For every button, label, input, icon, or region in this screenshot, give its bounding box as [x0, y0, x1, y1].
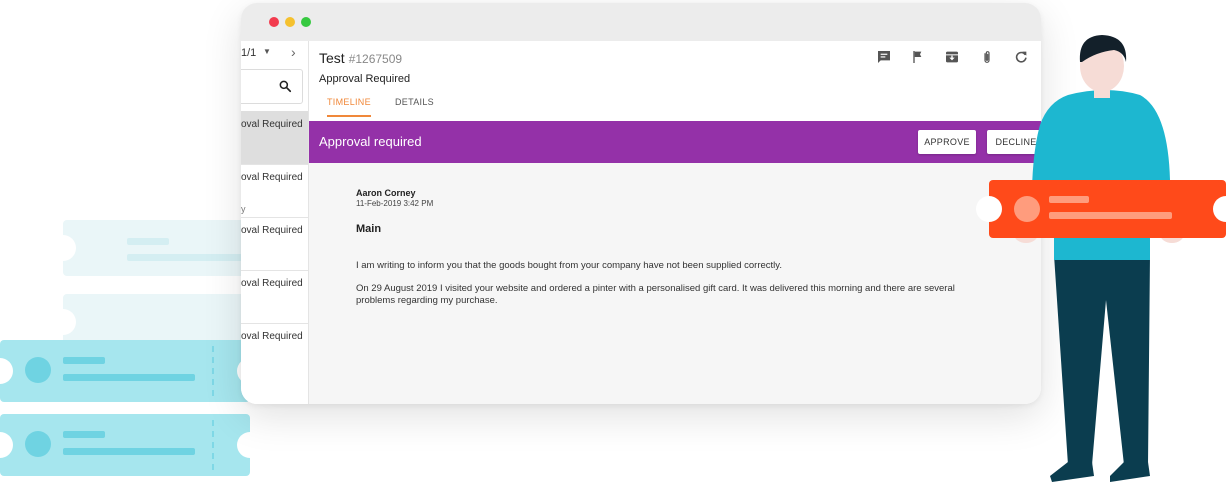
message-author: Aaron Corney — [356, 188, 416, 198]
message-paragraph: I am writing to inform you that the good… — [356, 260, 782, 271]
list-item[interactable]: oval Required y — [241, 164, 308, 218]
chevron-right-icon[interactable]: › — [291, 44, 296, 60]
ticket-status: Approval Required — [319, 73, 411, 85]
list-item[interactable]: oval Required — [241, 111, 308, 165]
attachment-icon[interactable] — [979, 49, 995, 65]
approve-button[interactable]: APPROVE — [918, 130, 976, 154]
list-item[interactable]: oval Required — [241, 323, 308, 376]
pager-label: 1/1 — [241, 47, 257, 59]
decorative-ticket-orange — [976, 180, 1226, 238]
message-content: Aaron Corney 11-Feb-2019 3:42 PM Main I … — [309, 163, 1041, 404]
message-date: 11-Feb-2019 3:42 PM — [356, 199, 434, 208]
decorative-ticket — [0, 414, 263, 476]
list-item-label: oval Required — [241, 225, 303, 236]
search-icon[interactable] — [278, 79, 292, 93]
tab-timeline[interactable]: TIMELINE — [327, 97, 371, 117]
approval-banner: Approval required APPROVE DECLINE — [309, 121, 1041, 163]
list-item[interactable]: oval Required — [241, 217, 308, 271]
maximize-window-dot[interactable] — [301, 17, 311, 27]
message-subject: Main — [356, 223, 382, 235]
banner-title: Approval required — [319, 134, 422, 149]
message-paragraph: On 29 August 2019 I visited your website… — [356, 283, 955, 306]
list-item-label: oval Required — [241, 119, 303, 130]
list-item-fragment: y — [241, 204, 246, 214]
pager-dropdown-icon[interactable]: ▼ — [263, 47, 271, 56]
search-input[interactable] — [241, 69, 303, 104]
ticket-title-text: Test — [319, 50, 345, 66]
list-item-label: oval Required — [241, 278, 303, 289]
ticket-detail-pane: Test #1267509 Approval Required TIMELINE … — [309, 41, 1041, 404]
decorative-ticket — [0, 340, 263, 402]
archive-icon[interactable] — [944, 49, 960, 65]
close-window-dot[interactable] — [269, 17, 279, 27]
list-item[interactable]: oval Required — [241, 270, 308, 324]
person-illustration — [1014, 35, 1184, 482]
app-window: 1/1 ▼ › oval Required oval Required y ov… — [241, 3, 1041, 404]
ticket-id: #1267509 — [348, 52, 403, 66]
minimize-window-dot[interactable] — [285, 17, 295, 27]
tab-details[interactable]: DETAILS — [395, 97, 434, 115]
list-item-label: oval Required — [241, 172, 303, 183]
ticket-list-pane: 1/1 ▼ › oval Required oval Required y ov… — [241, 41, 309, 404]
decorative-ticket — [50, 220, 253, 276]
list-item-label: oval Required — [241, 331, 303, 342]
window-titlebar — [241, 3, 1041, 41]
comment-icon[interactable] — [876, 49, 892, 65]
flag-icon[interactable] — [910, 49, 926, 65]
ticket-title: Test #1267509 — [319, 50, 402, 66]
